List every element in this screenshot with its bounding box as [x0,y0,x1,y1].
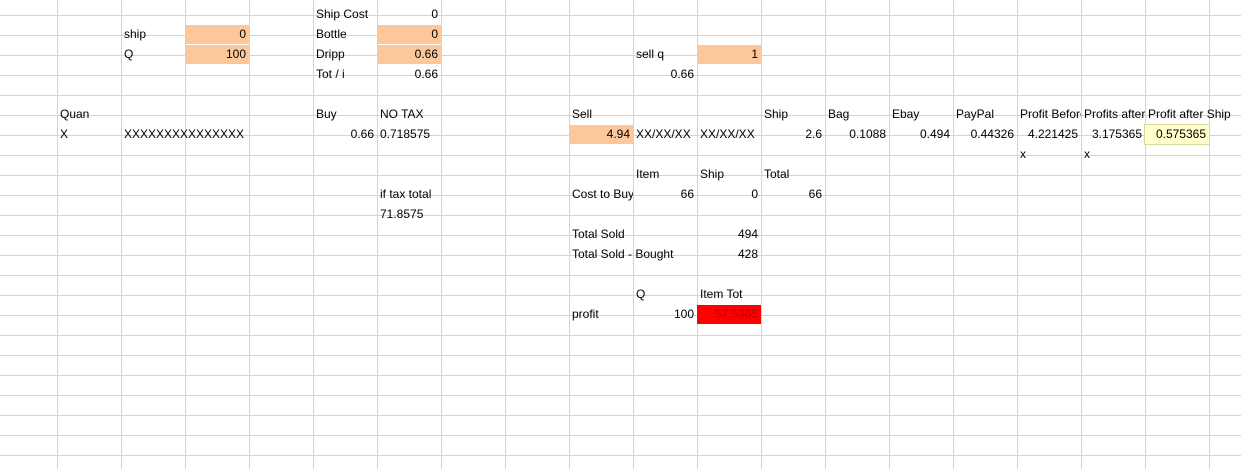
cell-quan-header[interactable]: Quan [57,105,121,124]
cell-profit-after-ship-header[interactable]: Profit after Ship [1145,105,1241,124]
cell-profit-value[interactable]: 57.5365 [697,305,761,324]
cell-item-header[interactable]: Item [633,165,697,184]
cell-sell-input[interactable]: 4.94 [569,125,633,144]
cell-cost-total[interactable]: 66 [761,185,825,204]
cell-ship-label[interactable]: ship [121,25,185,44]
cell-sellq-input[interactable]: 1 [697,45,761,64]
cell-tot-i-value[interactable]: 0.66 [377,65,441,84]
cell-profit-before-value[interactable]: 4.221425 [1017,125,1081,144]
cell-profit-before-header[interactable]: Profit Before Ship [1017,105,1081,124]
cell-ship-cost-value[interactable]: 0 [377,5,441,24]
cell-notax-header[interactable]: NO TAX [377,105,441,124]
cell-date-2[interactable]: XX/XX/XX [697,125,761,144]
cell-bag-value[interactable]: 0.1088 [825,125,889,144]
cell-ship-value[interactable]: 2.6 [761,125,825,144]
cell-row-x[interactable]: X [57,125,121,144]
cell-bag-header[interactable]: Bag [825,105,889,124]
cell-profits-after-header[interactable]: Profits after fees [1081,105,1145,124]
cell-ship-input[interactable]: 0 [185,25,249,44]
cell-profit-label[interactable]: profit [569,305,633,324]
cell-bottle-label[interactable]: Bottle [313,25,377,44]
cell-cost-item[interactable]: 66 [633,185,697,204]
cell-item-tot-header[interactable]: Item Tot [697,285,761,304]
cell-q-input[interactable]: 100 [185,45,249,64]
cell-cost-to-buy-label[interactable]: Cost to Buy [569,185,633,204]
cell-total-header[interactable]: Total [761,165,825,184]
cell-sold-bought-value[interactable]: 428 [697,245,761,264]
spreadsheet-grid[interactable]: Ship Cost 0 ship 0 Bottle 0 Q 100 Dripp … [0,0,1241,469]
cell-buy-header[interactable]: Buy [313,105,377,124]
cell-sellq-result[interactable]: 0.66 [633,65,697,84]
cell-buy-value[interactable]: 0.66 [313,125,377,144]
cell-row-xxx[interactable]: XXXXXXXXXXXXXXX [121,125,244,144]
cell-total-sold-value[interactable]: 494 [697,225,761,244]
cell-q2-header[interactable]: Q [633,285,697,304]
cell-paypal-header[interactable]: PayPal [953,105,1017,124]
cell-total-sold-label[interactable]: Total Sold [569,225,697,244]
cell-iftax-value[interactable]: 71.8575 [377,205,441,224]
cell-profit-after-ship-value[interactable]: 0.575365 [1144,124,1210,145]
cell-x-mark-1[interactable]: x [1017,145,1081,164]
cell-x-mark-2[interactable]: x [1081,145,1145,164]
cell-tot-i-label[interactable]: Tot / i [313,65,377,84]
cell-date-1[interactable]: XX/XX/XX [633,125,697,144]
cell-sell-header[interactable]: Sell [569,105,633,124]
cell-ship-cost-label[interactable]: Ship Cost [313,5,377,24]
cell-ebay-header[interactable]: Ebay [889,105,953,124]
cell-ship-header[interactable]: Ship [761,105,825,124]
cell-bottle-input[interactable]: 0 [377,25,441,44]
cell-sellq-label[interactable]: sell q [633,45,697,64]
cell-iftax-label[interactable]: if tax total [377,185,441,204]
cell-ebay-value[interactable]: 0.494 [889,125,953,144]
cell-q-label[interactable]: Q [121,45,185,64]
cell-cost-ship[interactable]: 0 [697,185,761,204]
cell-dripp-label[interactable]: Dripp [313,45,377,64]
cell-paypal-value[interactable]: 0.44326 [953,125,1017,144]
cell-profits-after-value[interactable]: 3.175365 [1081,125,1145,144]
cell-notax-value[interactable]: 0.718575 [377,125,441,144]
cell-ship2-header[interactable]: Ship [697,165,761,184]
cell-profit-q[interactable]: 100 [633,305,697,324]
cell-dripp-input[interactable]: 0.66 [377,45,441,64]
cell-sold-bought-label[interactable]: Total Sold - Bought [569,245,697,264]
